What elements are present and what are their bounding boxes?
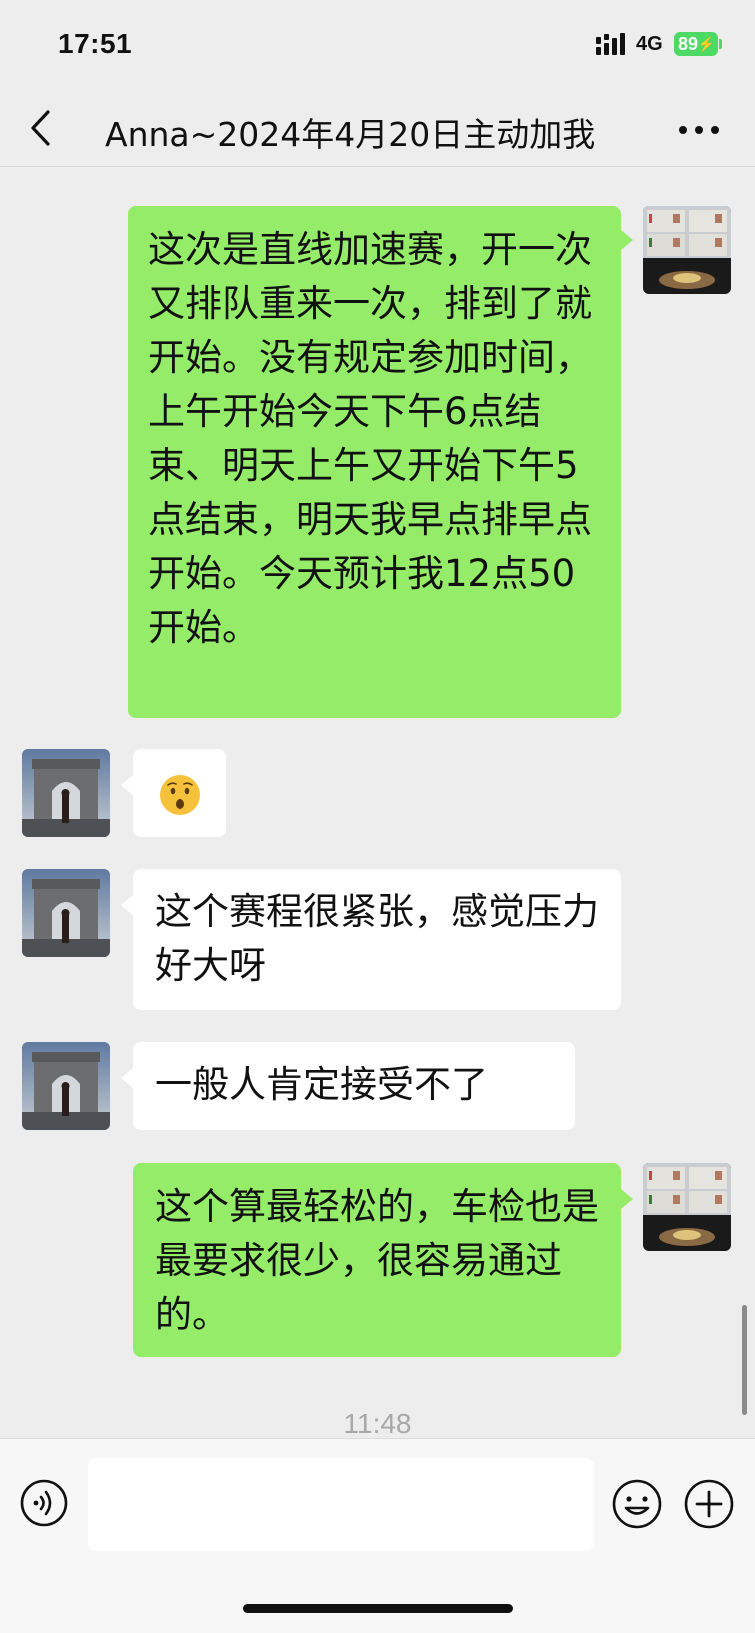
bubble-tail (121, 1068, 133, 1088)
hushed-face-emoji-icon (159, 775, 200, 815)
message-bubble-incoming[interactable] (133, 749, 226, 837)
contact-avatar[interactable] (22, 869, 110, 957)
message-text: 一般人肯定接受不了 (155, 1063, 488, 1106)
charging-icon: ⚡ (697, 36, 715, 52)
bubble-tail (121, 895, 133, 915)
battery-indicator: 89 ⚡ (674, 32, 718, 56)
signal-icon (596, 33, 625, 55)
bubble-tail (621, 230, 633, 250)
input-bar (0, 1438, 755, 1633)
my-avatar[interactable] (643, 206, 731, 294)
home-indicator[interactable] (243, 1604, 513, 1613)
battery-level: 89 (678, 34, 699, 54)
message-timestamp: 11:48 (343, 1408, 412, 1439)
back-chevron-icon[interactable] (28, 108, 54, 148)
network-label: 4G (636, 33, 663, 55)
message-input[interactable] (88, 1458, 594, 1551)
message-bubble-incoming[interactable]: 这个赛程很紧张，感觉压力好大呀 (133, 869, 621, 1010)
message-bubble-outgoing[interactable]: 这次是直线加速赛，开一次又排队重来一次，排到了就开始。没有规定参加时间，上午开始… (128, 206, 621, 718)
contact-avatar[interactable] (22, 749, 110, 837)
voice-icon[interactable] (20, 1479, 68, 1527)
message-text: 这次是直线加速赛，开一次又排队重来一次，排到了就开始。没有规定参加时间，上午开始… (148, 228, 592, 649)
emoji-icon[interactable] (612, 1479, 662, 1529)
message-text: 这个赛程很紧张，感觉压力好大呀 (155, 890, 599, 987)
contact-avatar[interactable] (22, 1042, 110, 1130)
chat-title: Anna~2024年4月20日主动加我 (105, 115, 596, 154)
plus-icon[interactable] (684, 1479, 734, 1529)
bubble-tail (121, 775, 133, 795)
my-avatar[interactable] (643, 1163, 731, 1251)
battery-cap (719, 39, 722, 49)
message-text: 这个算最轻松的，车检也是最要求很少，很容易通过的。 (155, 1185, 599, 1336)
scrollbar[interactable] (742, 1305, 747, 1415)
status-bar: 17:51 4G 89 ⚡ (0, 0, 755, 90)
message-bubble-outgoing[interactable]: 这个算最轻松的，车检也是最要求很少，很容易通过的。 (133, 1163, 621, 1357)
message-bubble-incoming[interactable]: 一般人肯定接受不了 (133, 1042, 575, 1130)
status-time: 17:51 (58, 28, 133, 59)
nav-bar: Anna~2024年4月20日主动加我 (0, 90, 755, 167)
more-dots-icon[interactable] (678, 125, 720, 135)
bubble-tail (621, 1189, 633, 1209)
